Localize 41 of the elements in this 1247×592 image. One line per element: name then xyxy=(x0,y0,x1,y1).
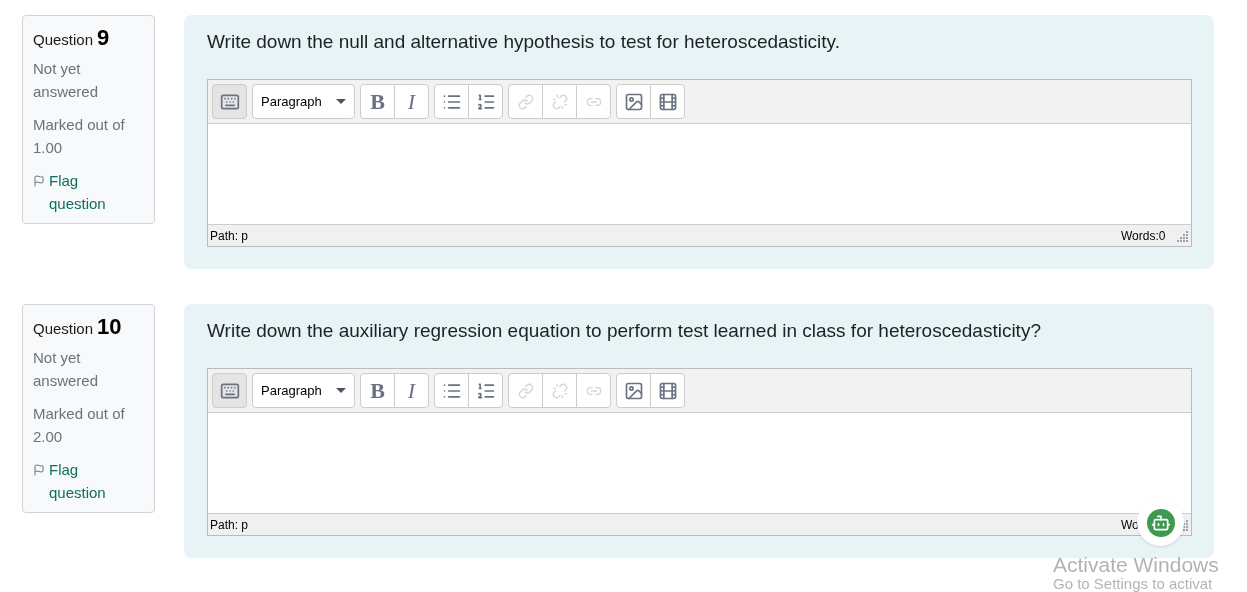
flag-icon xyxy=(33,175,45,187)
toolbar-button[interactable]: I xyxy=(394,373,429,408)
mark-value: 1.00 xyxy=(33,138,64,158)
flag-question-link[interactable]: Flag question xyxy=(49,458,113,504)
toolbar-button[interactable] xyxy=(434,84,469,119)
toolbar-button[interactable] xyxy=(468,84,503,119)
caret-icon xyxy=(336,388,346,393)
question-number: 10 xyxy=(97,315,122,338)
mark-label: Marked out of xyxy=(33,115,126,135)
resize-handle-icon xyxy=(1177,229,1189,242)
question-status: Not yet answered xyxy=(33,59,100,102)
activation-subtitle: Go to Settings to activat xyxy=(1053,575,1214,592)
flag-question-link[interactable]: Flag question xyxy=(49,169,113,215)
activation-title: Activate Windows xyxy=(1053,554,1219,575)
word-count: Wo xyxy=(1121,516,1139,534)
toolbar-button[interactable] xyxy=(212,373,247,408)
toolbar-button[interactable] xyxy=(212,84,247,119)
toolbar-button[interactable] xyxy=(434,373,469,408)
question-number: 9 xyxy=(97,26,110,49)
caret-icon xyxy=(336,99,346,104)
flag-icon xyxy=(33,464,45,476)
question-label: Question xyxy=(33,30,94,50)
path-text: Path: p xyxy=(210,516,249,534)
mark-value: 2.00 xyxy=(33,427,64,447)
toolbar-button[interactable] xyxy=(616,84,651,119)
toolbar-button[interactable] xyxy=(650,84,685,119)
path-text: Path: p xyxy=(210,227,249,245)
mark-label: Marked out of xyxy=(33,404,126,424)
toolbar-button[interactable] xyxy=(468,373,503,408)
question-label: Question xyxy=(33,319,94,339)
toolbar-button[interactable]: I xyxy=(394,84,429,119)
question-text: Write down the null and alternative hypothesis to test for heteroscedasticity. xyxy=(207,30,841,54)
toolbar-button[interactable]: B xyxy=(360,373,395,408)
question-status: Not yet answered xyxy=(33,348,100,391)
toolbar-button[interactable] xyxy=(616,373,651,408)
toolbar-button[interactable] xyxy=(650,373,685,408)
toolbar-button[interactable]: B xyxy=(360,84,395,119)
question-text: Write down the auxiliary regression equation to perform test learned in class for heteroscedasticity? xyxy=(207,319,1042,343)
format-dropdown[interactable]: Paragraph xyxy=(252,373,355,408)
format-dropdown[interactable]: Paragraph xyxy=(252,84,355,119)
word-count: Words:0 xyxy=(1121,227,1166,245)
